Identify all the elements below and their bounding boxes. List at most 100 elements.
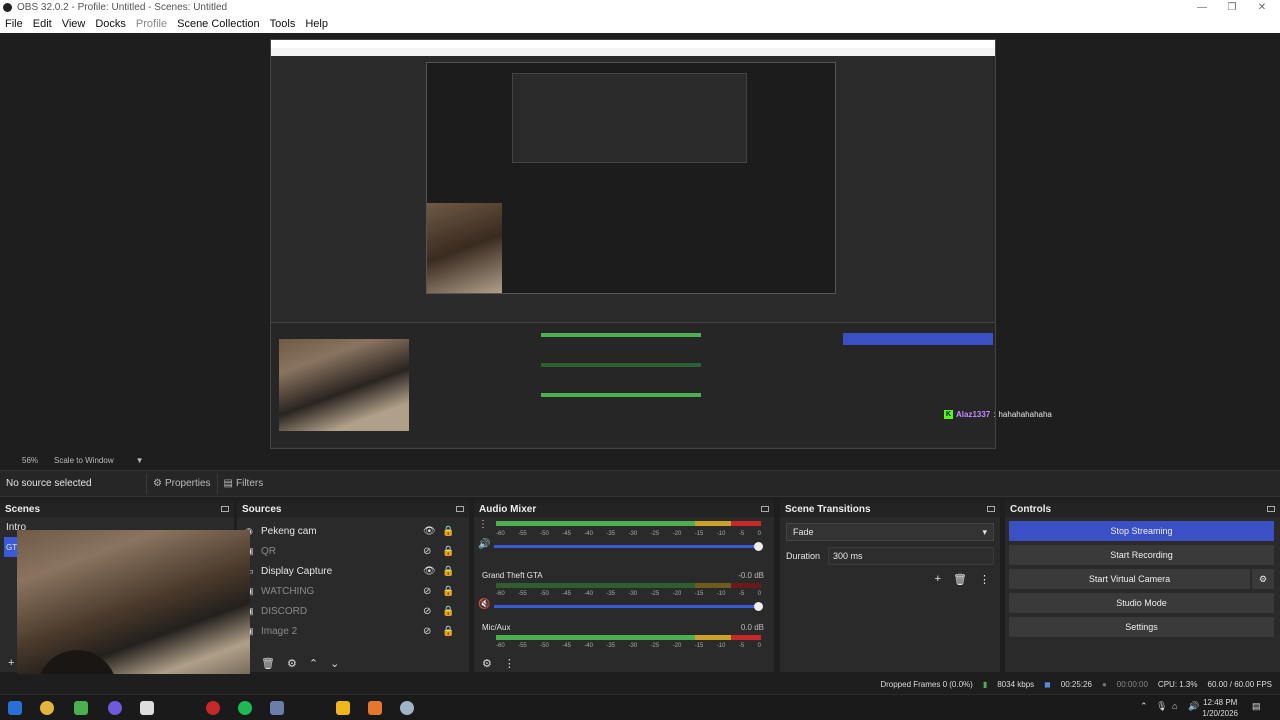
menu-file[interactable]: File (0, 18, 28, 30)
app-icon[interactable] (368, 701, 382, 715)
mixer-settings-icon[interactable]: ⚙ (482, 657, 492, 670)
source-properties-icon[interactable]: ⚙ (287, 657, 297, 670)
menu-dots-icon[interactable]: ⋮ (979, 573, 990, 586)
popout-icon[interactable] (456, 506, 464, 512)
discord-icon[interactable] (108, 701, 122, 715)
popout-icon[interactable] (987, 506, 995, 512)
transition-select[interactable]: Fade ▾ (786, 523, 994, 541)
filter-icon: ▤ (223, 478, 233, 489)
sources-footer: 🗑 ⚙ ⌃ ⌄ (237, 654, 469, 672)
lock-icon[interactable]: 🔒 (442, 586, 454, 597)
lock-icon[interactable]: 🔒 (442, 626, 454, 637)
menu-tools[interactable]: Tools (265, 18, 301, 30)
popout-icon[interactable] (761, 506, 769, 512)
eye-hidden-icon[interactable]: ⊘ (423, 546, 431, 557)
source-label: Display Capture (261, 565, 333, 577)
duration-input[interactable]: 300 ms (828, 547, 994, 565)
source-toolbar: No source selected ⚙ Properties ▤ Filter… (0, 470, 1280, 497)
app-icon[interactable] (336, 701, 350, 715)
eye-hidden-icon[interactable]: ⊘ (423, 606, 431, 617)
kick-icon: K (944, 410, 953, 419)
record-time: 00:00:00 (1116, 679, 1148, 689)
menu-dots-icon[interactable]: ⋮ (478, 519, 488, 530)
stop-streaming-button[interactable]: Stop Streaming (1009, 521, 1274, 541)
channel-name: Mic/Aux (482, 623, 511, 632)
eye-hidden-icon[interactable]: ⊘ (423, 586, 431, 597)
lock-icon[interactable]: 🔒 (442, 526, 454, 537)
remove-transition-icon[interactable]: 🗑 (953, 573, 967, 586)
source-label: WATCHING (261, 585, 315, 597)
lock-icon[interactable]: 🔒 (442, 546, 454, 557)
add-scene-icon[interactable]: + (8, 657, 14, 669)
popout-icon[interactable] (1267, 506, 1275, 512)
signal-icon: ▮ (982, 679, 988, 689)
controls-dock: Controls Stop Streaming Start Recording … (1005, 501, 1280, 672)
source-item[interactable]: ▣ Image 2 ⊘ 🔒 (237, 621, 469, 641)
bitrate: 8034 kbps (997, 679, 1035, 689)
source-item[interactable]: ▭ Display Capture 👁 🔒 (237, 561, 469, 581)
no-source-label: No source selected (6, 478, 92, 489)
move-up-icon[interactable]: ⌃ (309, 657, 318, 670)
notification-icon[interactable]: ▤ (1252, 701, 1261, 712)
window-title: OBS 32.0.2 - Profile: Untitled - Scenes:… (17, 2, 228, 13)
scenes-title: Scenes (5, 503, 41, 515)
mic-icon[interactable]: 🎙 (1156, 701, 1167, 712)
spotify-icon[interactable] (238, 701, 252, 715)
source-item[interactable]: ▣ DISCORD ⊘ 🔒 (237, 601, 469, 621)
eye-icon[interactable]: 👁 (423, 526, 436, 537)
nested-preview (426, 62, 836, 294)
menu-profile[interactable]: Profile (131, 18, 172, 30)
muted-speaker-icon[interactable]: 🔇 (478, 599, 490, 610)
source-label: Image 2 (261, 625, 298, 637)
volume-fader[interactable] (494, 542, 763, 551)
source-item[interactable]: ◉ Pekeng cam 👁 🔒 (237, 521, 469, 541)
filters-button[interactable]: ▤ Filters (216, 473, 270, 494)
virtual-camera-row: Start Virtual Camera ⚙ (1005, 565, 1280, 589)
speaker-icon[interactable]: 🔊 (478, 539, 490, 550)
start-virtual-camera-button[interactable]: Start Virtual Camera (1009, 569, 1250, 589)
volume-fader[interactable] (494, 602, 763, 611)
chrome-icon[interactable] (40, 701, 54, 715)
tool-icon[interactable] (270, 701, 284, 715)
restore-icon[interactable]: ❐ (1218, 0, 1246, 15)
properties-button[interactable]: ⚙ Properties (146, 473, 217, 494)
settings-button[interactable]: Settings (1009, 617, 1274, 637)
lock-icon[interactable]: 🔒 (442, 606, 454, 617)
scene-item-gta[interactable]: GT (4, 537, 18, 557)
zoom-level[interactable]: 56% (22, 456, 38, 465)
source-item[interactable]: ▣ QR ⊘ 🔒 (237, 541, 469, 561)
menu-help[interactable]: Help (300, 18, 333, 30)
preview-area[interactable]: K Alaz1337 : hahahahahaha (0, 33, 1280, 453)
menu-scene-collection[interactable]: Scene Collection (172, 18, 265, 30)
network-icon[interactable]: ⌂ (1172, 701, 1177, 711)
scale-mode[interactable]: Scale to Window (54, 456, 114, 465)
lock-icon[interactable]: 🔒 (442, 566, 454, 577)
app-icon[interactable] (74, 701, 88, 715)
menu-view[interactable]: View (57, 18, 91, 30)
menu-dots-icon[interactable]: ⋮ (504, 657, 515, 670)
virtual-camera-settings-icon[interactable]: ⚙ (1252, 569, 1274, 589)
clock[interactable]: 12:48 PM 1/20/2026 (1202, 697, 1238, 719)
source-item[interactable]: ▣ WATCHING ⊘ 🔒 (237, 581, 469, 601)
eye-hidden-icon[interactable]: ⊘ (423, 626, 431, 637)
menu-docks[interactable]: Docks (90, 18, 131, 30)
close-icon[interactable]: ✕ (1248, 0, 1276, 15)
eye-icon[interactable]: 👁 (423, 566, 436, 577)
start-recording-button[interactable]: Start Recording (1009, 545, 1274, 565)
add-transition-icon[interactable]: + (935, 573, 941, 586)
volume-icon[interactable]: 🔊 (1188, 701, 1199, 712)
app-icon[interactable] (400, 701, 414, 715)
menu-edit[interactable]: Edit (28, 18, 57, 30)
file-icon[interactable] (140, 701, 154, 715)
move-down-icon[interactable]: ⌄ (330, 657, 339, 670)
preview-canvas[interactable] (270, 39, 996, 449)
minimize-icon[interactable]: — (1188, 0, 1216, 15)
scale-dropdown-icon[interactable]: ▼ (136, 456, 144, 465)
remove-source-icon[interactable]: 🗑 (261, 657, 275, 670)
studio-mode-button[interactable]: Studio Mode (1009, 593, 1274, 613)
windows-start-icon[interactable] (8, 701, 22, 715)
obs-taskbar-icon[interactable] (206, 701, 220, 715)
title-bar: OBS 32.0.2 - Profile: Untitled - Scenes:… (0, 0, 1280, 15)
tray-chevron-icon[interactable]: ⌃ (1140, 701, 1148, 712)
popout-icon[interactable] (221, 506, 229, 512)
